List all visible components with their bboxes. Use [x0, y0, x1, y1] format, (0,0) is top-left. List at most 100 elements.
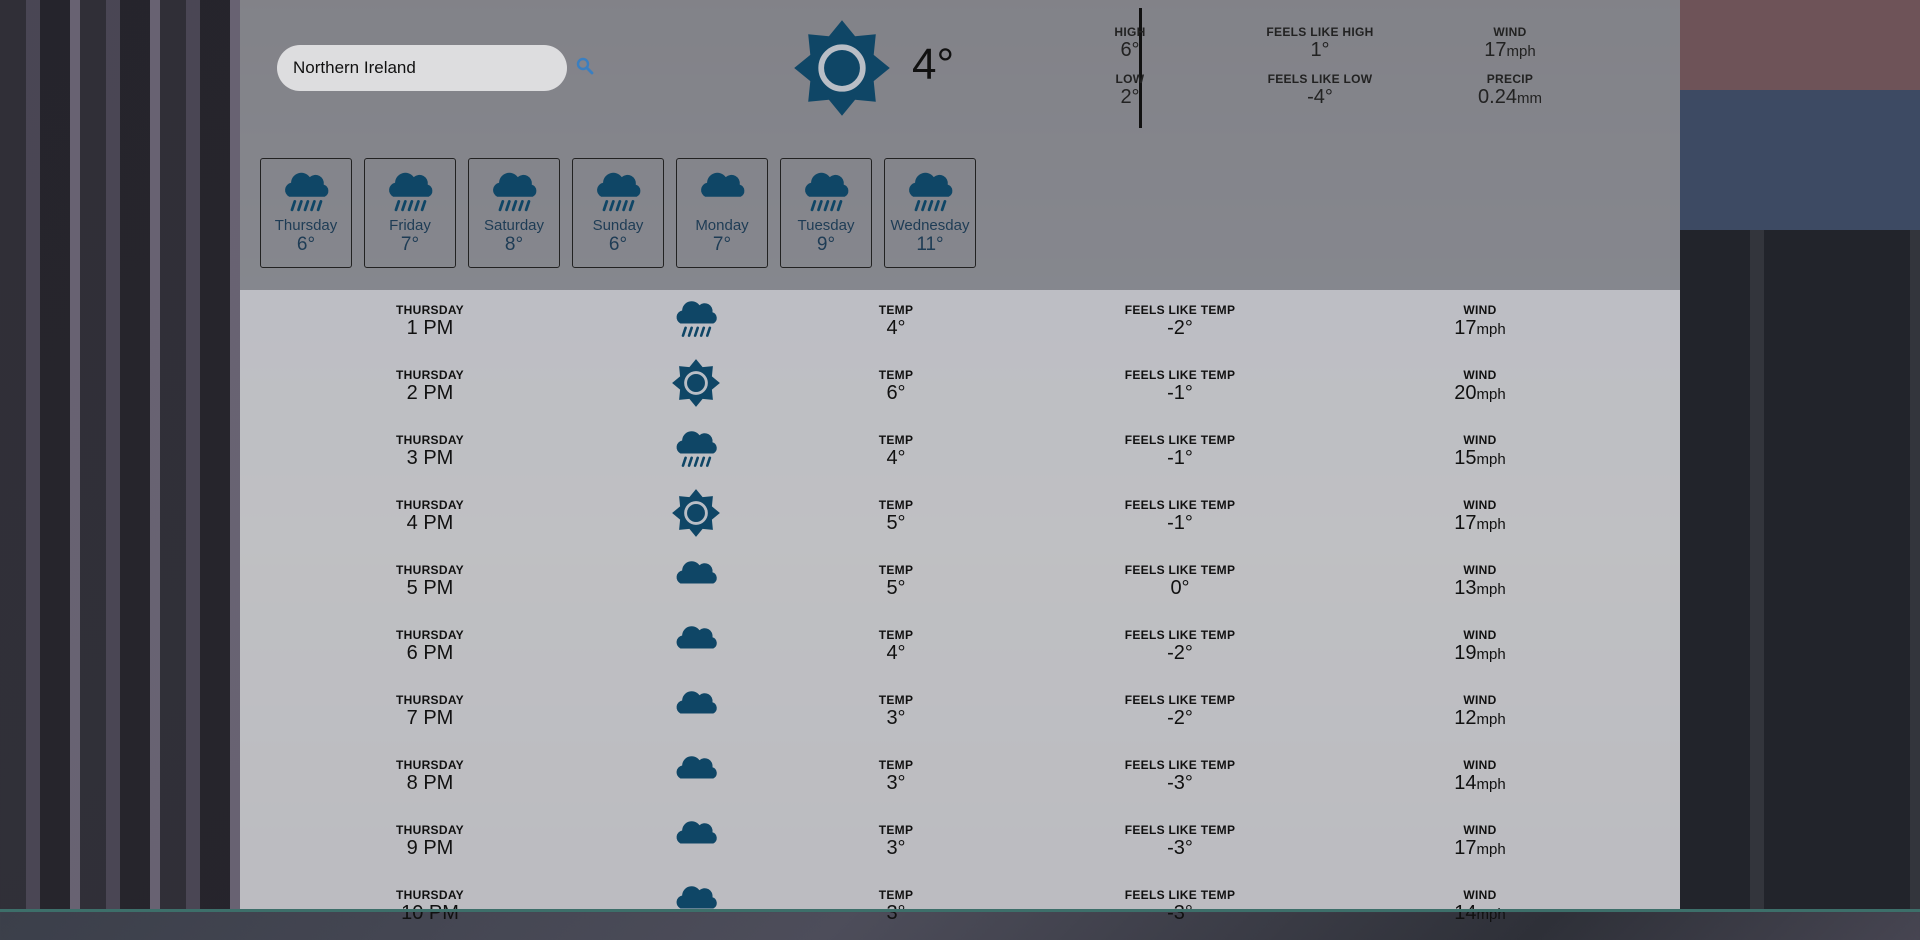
stat-label: FEELS LIKE LOW [1267, 72, 1373, 86]
temp-label: TEMP [878, 823, 914, 837]
hour-time: THURSDAY 8 PM [340, 758, 520, 794]
hour-wind: WIND 19mph [1420, 628, 1540, 666]
hour-icon-cell [666, 554, 726, 607]
location-search-input[interactable] [277, 45, 567, 91]
feels-value: -2° [1167, 642, 1193, 664]
hour-icon-cell [666, 814, 726, 867]
hourly-row: THURSDAY 4 PM TEMP 5° FEELS LIKE TEMP -1… [240, 485, 1680, 550]
wind-label: WIND [1463, 563, 1497, 577]
wind-value: 17mph [1454, 317, 1506, 339]
wind-value: 20mph [1454, 382, 1506, 404]
day-card-friday[interactable]: Friday 7° [364, 158, 456, 268]
wind-value: 14mph [1454, 772, 1506, 794]
stat-label: LOW [1115, 72, 1145, 86]
temp-label: TEMP [878, 563, 914, 577]
stat-precip: PRECIP 0.24mm [1430, 72, 1590, 109]
stat-feels-like-high: FEELS LIKE HIGH 1° [1240, 25, 1400, 62]
temp-label: TEMP [878, 498, 914, 512]
stat-label: FEELS LIKE HIGH [1266, 25, 1374, 39]
day-card-thursday[interactable]: Thursday 6° [260, 158, 352, 268]
wind-label: WIND [1463, 758, 1497, 772]
hourly-row: THURSDAY 9 PM TEMP 3° FEELS LIKE TEMP -3… [240, 810, 1680, 875]
day-card-sunday[interactable]: Sunday 6° [572, 158, 664, 268]
day-name: Saturday [483, 217, 545, 234]
sun-icon [794, 20, 890, 116]
stat-value: 6° [1120, 39, 1140, 61]
hour-temp: TEMP 4° [846, 628, 946, 664]
cloud-icon [676, 886, 717, 909]
hourly-row: THURSDAY 6 PM TEMP 4° FEELS LIKE TEMP -2… [240, 615, 1680, 680]
hour-feels-like: FEELS LIKE TEMP -3° [1080, 758, 1280, 794]
hour-label: 8 PM [406, 772, 454, 794]
wind-label: WIND [1463, 628, 1497, 642]
feels-label: FEELS LIKE TEMP [1124, 823, 1236, 837]
hourly-row: THURSDAY 3 PM TEMP 4° FEELS LIKE TEMP -1… [240, 420, 1680, 485]
stat-feels-like-low: FEELS LIKE LOW -4° [1240, 72, 1400, 109]
rain-icon [805, 172, 849, 212]
rain-icon [597, 172, 641, 212]
hour-day: THURSDAY [396, 563, 464, 577]
search-icon[interactable] [574, 55, 596, 77]
hour-wind: WIND 15mph [1420, 433, 1540, 471]
temp-value: 3° [886, 707, 906, 729]
wind-label: WIND [1463, 888, 1497, 902]
hour-icon-cell [666, 879, 726, 932]
wind-value: 13mph [1454, 577, 1506, 599]
hour-feels-like: FEELS LIKE TEMP -1° [1080, 498, 1280, 534]
hour-icon-cell [666, 294, 726, 347]
hour-day: THURSDAY [396, 693, 464, 707]
day-name: Monday [695, 217, 749, 234]
rain-icon [676, 301, 717, 337]
feels-value: -3° [1167, 902, 1193, 924]
hour-temp: TEMP 3° [846, 888, 946, 924]
day-card-monday[interactable]: Monday 7° [676, 158, 768, 268]
stat-high: HIGH 6° [1050, 25, 1210, 62]
day-card-wednesday[interactable]: Wednesday 11° [884, 158, 976, 268]
hour-icon-cell [666, 749, 726, 802]
cloud-icon [676, 561, 717, 584]
feels-label: FEELS LIKE TEMP [1124, 563, 1236, 577]
hourly-row: THURSDAY 7 PM TEMP 3° FEELS LIKE TEMP -2… [240, 680, 1680, 745]
day-temp: 6° [296, 234, 316, 255]
wind-label: WIND [1463, 498, 1497, 512]
wind-label: WIND [1463, 433, 1497, 447]
hour-temp: TEMP 5° [846, 498, 946, 534]
stat-value: 1° [1310, 39, 1330, 61]
day-card-saturday[interactable]: Saturday 8° [468, 158, 560, 268]
stat-value: 17mph [1484, 39, 1536, 61]
day-temp: 11° [916, 234, 944, 255]
feels-label: FEELS LIKE TEMP [1124, 888, 1236, 902]
hour-wind: WIND 17mph [1420, 303, 1540, 341]
hour-label: 9 PM [406, 837, 454, 859]
temp-value: 4° [886, 447, 906, 469]
day-temp: 7° [712, 234, 732, 255]
stat-value: 0.24mm [1478, 86, 1542, 108]
cloud-icon [676, 691, 717, 714]
hour-day: THURSDAY [396, 368, 464, 382]
hour-icon-cell [666, 359, 726, 412]
rain-icon [676, 431, 717, 467]
hour-label: 1 PM [406, 317, 454, 339]
day-card-tuesday[interactable]: Tuesday 9° [780, 158, 872, 268]
hour-wind: WIND 12mph [1420, 693, 1540, 731]
day-temp: 8° [504, 234, 524, 255]
day-name: Friday [389, 217, 431, 234]
temp-label: TEMP [878, 303, 914, 317]
hour-feels-like: FEELS LIKE TEMP -3° [1080, 888, 1280, 924]
hour-wind: WIND 14mph [1420, 888, 1540, 926]
temp-label: TEMP [878, 758, 914, 772]
hour-label: 4 PM [406, 512, 454, 534]
hour-label: 2 PM [406, 382, 454, 404]
hour-temp: TEMP 3° [846, 823, 946, 859]
temp-label: TEMP [878, 628, 914, 642]
hourly-row: THURSDAY 10 PM TEMP 3° FEELS LIKE TEMP -… [240, 875, 1680, 940]
feels-label: FEELS LIKE TEMP [1124, 303, 1236, 317]
feels-value: -3° [1167, 772, 1193, 794]
cloud-icon [676, 821, 717, 844]
feels-value: -1° [1167, 447, 1193, 469]
hourly-forecast-list[interactable]: THURSDAY 1 PM TEMP 4° FEELS LIKE TEMP -2… [240, 290, 1680, 924]
day-name: Tuesday [797, 217, 855, 234]
wind-value: 17mph [1454, 512, 1506, 534]
feels-label: FEELS LIKE TEMP [1124, 498, 1236, 512]
temp-value: 3° [886, 837, 906, 859]
